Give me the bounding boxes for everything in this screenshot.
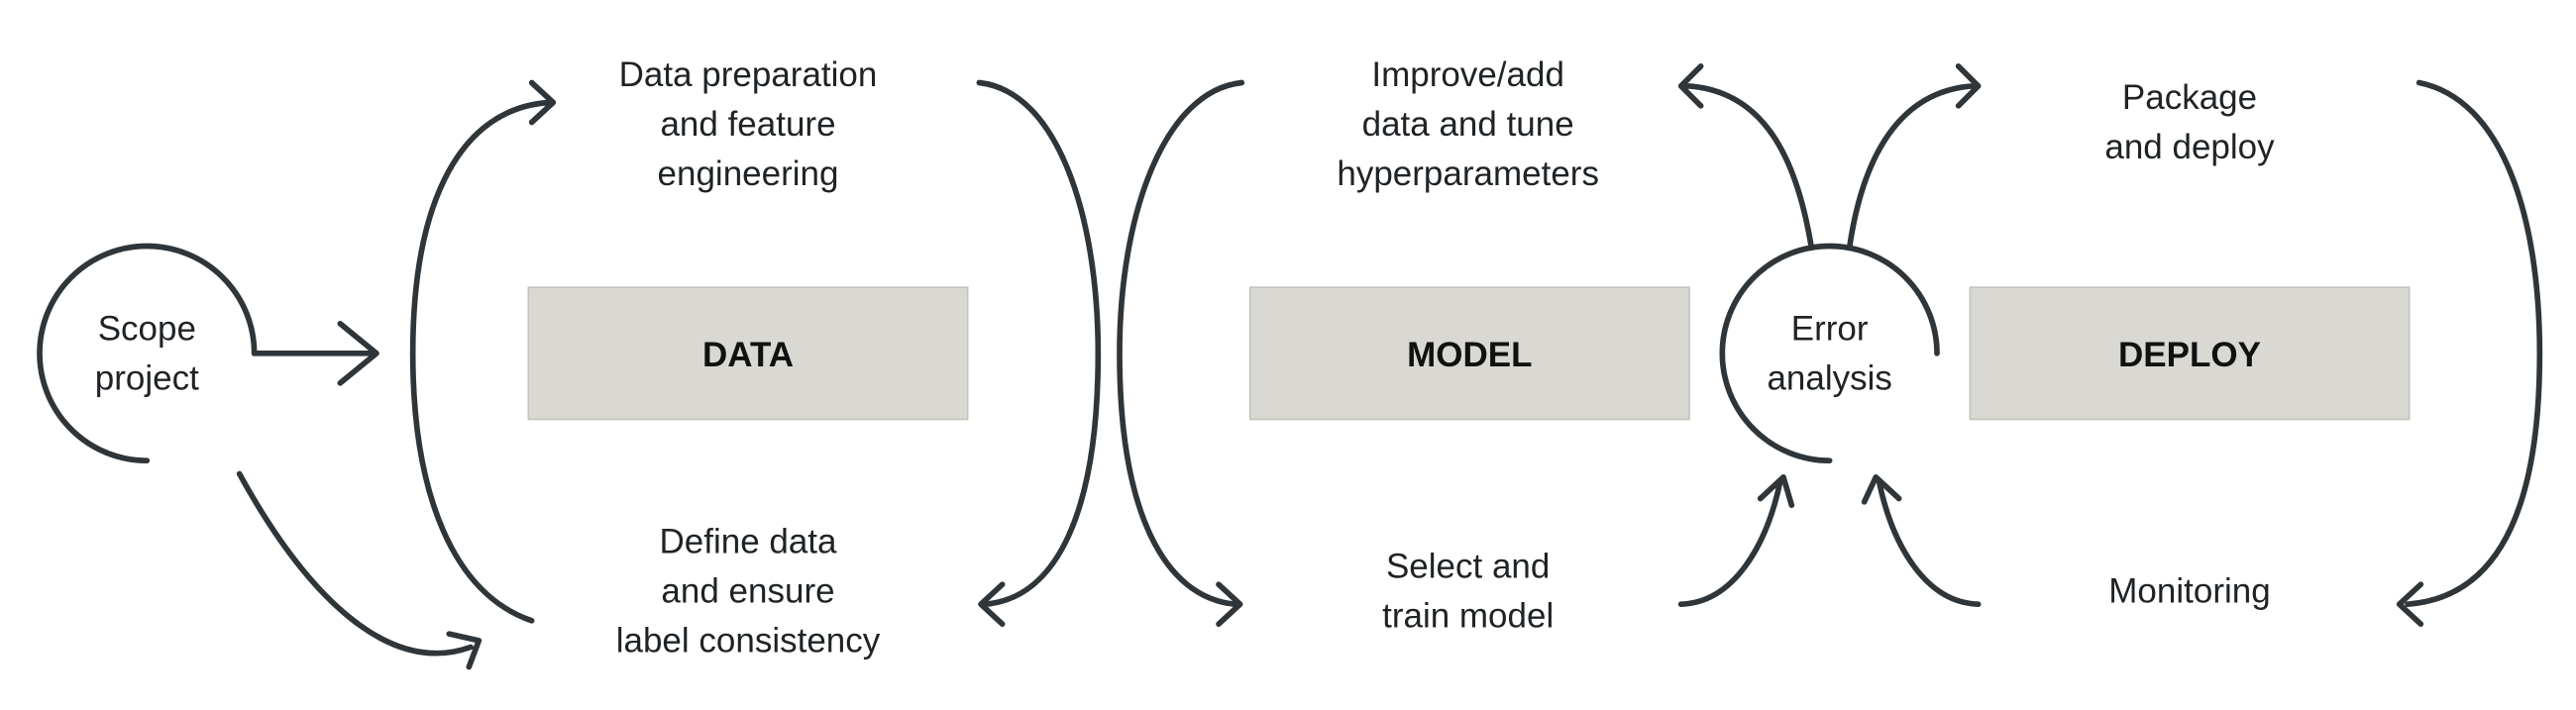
error-to-improve-arrow [1677,62,1815,251]
deploy-to-monitoring-arrow [2396,79,2543,627]
data-prep-label-1: Data preparation [619,55,878,94]
data-prep-label-3: engineering [658,154,839,193]
define-data-label-1: Define data [659,523,837,561]
improve-label-3: hyperparameters [1337,154,1599,193]
prep-to-define-loop-arrow [976,79,1102,627]
error-label-1: Error [1791,310,1869,349]
define-data-label-2: and ensure [661,572,834,611]
data-prep-label-2: and feature [660,105,835,144]
define-data-label-3: label consistency [616,622,881,660]
improve-label-1: Improve/add [1371,55,1564,94]
monitoring-label: Monitoring [2108,572,2270,611]
monitoring-to-error-arrow [1861,474,1982,607]
deploy-box-label: DEPLOY [2118,336,2261,374]
scope-circle [37,243,258,463]
improve-to-train-loop-arrow [1117,79,1245,627]
error-analysis-circle [1719,243,1940,463]
ml-lifecycle-diagram: Scope project DATA Data preparation and … [37,55,2543,670]
error-to-deploy-arrow [1846,62,1982,251]
scope-to-define-arrow [236,470,483,670]
package-label-1: Package [2122,78,2257,117]
scope-label-2: project [95,359,199,398]
train-to-error-arrow [1677,474,1795,607]
data-box-label: DATA [702,336,794,374]
improve-label-2: data and tune [1362,105,1574,144]
select-train-label-1: Select and [1386,548,1550,586]
error-label-2: analysis [1767,359,1891,398]
select-train-label-2: train model [1382,597,1554,636]
scope-to-data-arrow [251,321,379,386]
scope-label-1: Scope [98,310,196,349]
package-label-2: and deploy [2104,128,2275,166]
model-box-label: MODEL [1407,336,1532,374]
